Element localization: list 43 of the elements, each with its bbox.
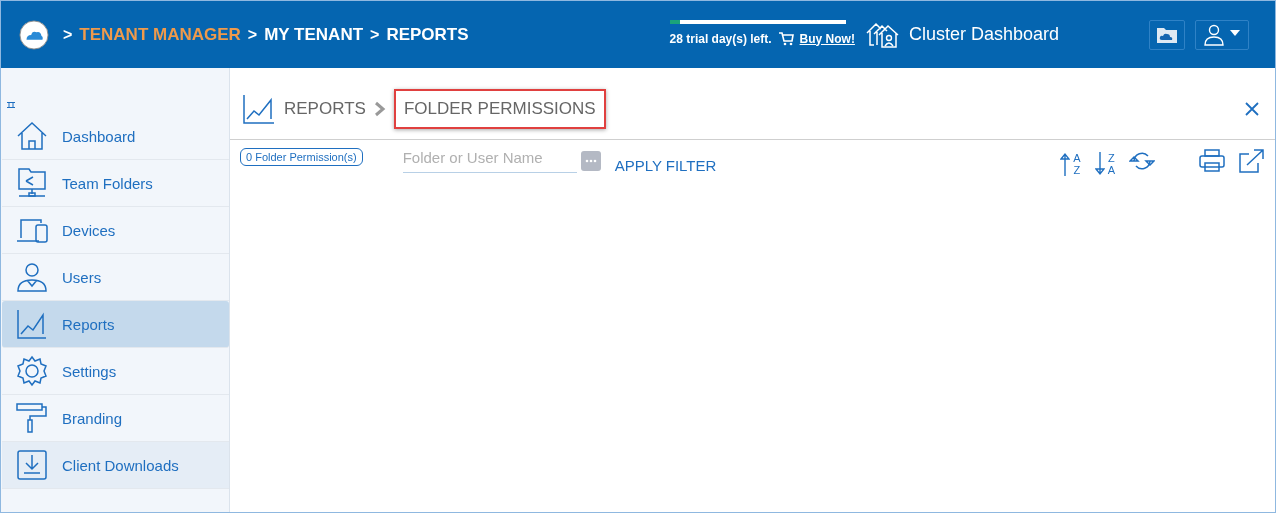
sidebar-item[interactable]: Settings: [2, 348, 229, 395]
sidebar-item[interactable]: Devices: [2, 207, 229, 254]
breadcrumb-link[interactable]: REPORTS: [386, 24, 469, 45]
page-title: FOLDER PERMISSIONS: [393, 88, 606, 129]
sidebar-item[interactable]: Client Downloads: [2, 442, 229, 489]
apply-filter-button[interactable]: APPLY FILTER: [614, 156, 717, 174]
cluster-dashboard-link[interactable]: Cluster Dashboard: [908, 24, 1059, 45]
user-icon: [16, 261, 48, 293]
sidebar-item[interactable]: Dashboard: [2, 113, 229, 160]
user-caret-icon: [1202, 23, 1242, 46]
gear-icon: [16, 355, 48, 387]
print-icon[interactable]: [1199, 149, 1225, 173]
buy-now-link[interactable]: Buy Now!: [799, 31, 855, 46]
breadcrumb-separator: >: [247, 25, 258, 44]
houses-icon[interactable]: [864, 20, 899, 49]
chevron-right-icon: [373, 100, 386, 117]
cloud-folder-button[interactable]: [1149, 19, 1185, 50]
breadcrumb-separator: >: [63, 25, 73, 44]
paint-roller-icon: [16, 402, 48, 434]
reports-breadcrumb-link[interactable]: REPORTS: [284, 98, 366, 119]
cloud-folder-icon: [1156, 25, 1178, 44]
user-menu-button[interactable]: [1195, 19, 1249, 50]
cloud-logo-icon[interactable]: [19, 19, 49, 50]
chart-icon: [242, 92, 276, 125]
sort-ascending-button[interactable]: A Z: [1060, 152, 1081, 176]
chart-icon: [16, 308, 48, 340]
cart-icon: [777, 31, 794, 46]
refresh-icon[interactable]: [1129, 151, 1155, 171]
download-icon: [16, 449, 48, 481]
sidebar-item[interactable]: Reports: [2, 301, 229, 348]
breadcrumb-link[interactable]: MY TENANT: [264, 24, 364, 45]
breadcrumb-separator: >: [370, 25, 380, 44]
shared-folder-icon: [16, 167, 48, 199]
count-badge: 0 Folder Permission(s): [240, 148, 363, 166]
breadcrumb-link[interactable]: TENANT MANAGER: [79, 24, 241, 45]
trial-days-text: 28 trial day(s) left.: [669, 31, 772, 46]
external-link-icon[interactable]: [1239, 149, 1265, 173]
close-icon[interactable]: [1245, 101, 1259, 116]
collapse-icon[interactable]: [7, 102, 15, 108]
filter-input-field[interactable]: Folder or User Name: [402, 149, 577, 173]
sort-descending-button[interactable]: Z A: [1094, 152, 1115, 176]
sidebar-item[interactable]: Team Folders: [2, 160, 229, 207]
house-icon: [16, 120, 48, 152]
